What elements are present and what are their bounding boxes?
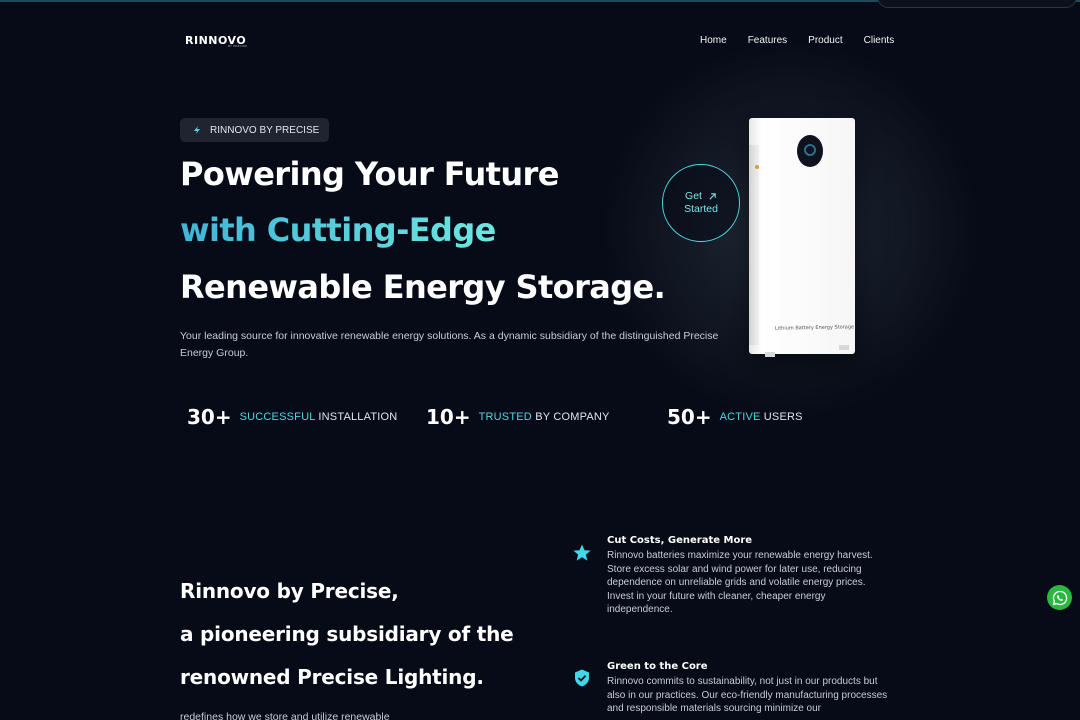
shield-check-icon [575,669,589,687]
nav-home[interactable]: Home [700,35,727,46]
feature-title: Green to the Core [607,661,708,672]
badge-text: RINNOVO BY PRECISE [210,125,319,136]
whatsapp-icon [1052,590,1067,605]
whatsapp-chat-button[interactable] [1047,585,1072,610]
top-pill-shape [877,0,1077,8]
stat-number: 50+ [667,405,712,429]
stat-users: 50+ ACTIVE USERS [667,405,803,429]
stat-label: SUCCESSFUL INSTALLATION [240,411,398,423]
lightning-icon [194,126,200,134]
battery-foot-right [839,345,849,350]
battery-foot-left [765,352,775,357]
cta-label-line1: Get [685,190,702,202]
stat-label-rest: USERS [760,411,803,423]
stat-companies: 10+ TRUSTED BY COMPANY [426,405,610,429]
feature-description: Rinnovo batteries maximize your renewabl… [607,550,873,616]
stat-label-accent: TRUSTED [478,411,532,423]
star-icon [573,544,591,561]
stat-label: TRUSTED BY COMPANY [479,411,610,423]
feature-description: Rinnovo commits to sustainability, not j… [607,676,888,715]
hero-title-line2: with Cutting-Edge [180,211,496,249]
stat-installations: 30+ SUCCESSFUL INSTALLATION [187,405,397,429]
cta-label-line2: Started [684,203,718,215]
stat-label-accent: ACTIVE [719,411,761,423]
nav-clients[interactable]: Clients [864,35,895,46]
hero-title-line3: Renewable Energy Storage. [180,268,666,306]
hero-title-line1: Powering Your Future [180,155,559,193]
brand-badge: RINNOVO BY PRECISE [180,118,330,142]
stat-number: 30+ [187,405,232,429]
badge-rest: BY PRECISE [256,124,320,136]
cta-first-row: Get [685,190,717,203]
feature-title: Cut Costs, Generate More [607,535,753,546]
about-heading-line3: renowned Precise Lighting. [180,665,484,689]
stat-number: 10+ [426,405,471,429]
stat-label-rest: BY COMPANY [531,411,610,423]
about-heading-line1: Rinnovo by Precise, [180,579,399,603]
stat-label: ACTIVE USERS [720,411,803,423]
stat-label-rest: INSTALLATION [315,411,398,423]
badge-brand: RINNOVO [210,124,257,136]
about-heading-line2: a pioneering subsidiary of the [180,622,514,646]
arrow-up-right-icon [709,193,716,200]
hero-description: Your leading source for innovative renew… [180,330,719,359]
stat-label-accent: SUCCESSFUL [239,411,316,423]
battery-display-ring [804,144,816,156]
logo-subtitle: BY PRECISE [228,44,248,48]
get-started-button[interactable]: Get Started [662,164,740,242]
about-body: redefines how we store and utilize renew… [180,711,390,720]
battery-side-edge [749,145,759,345]
battery-port [755,165,759,169]
